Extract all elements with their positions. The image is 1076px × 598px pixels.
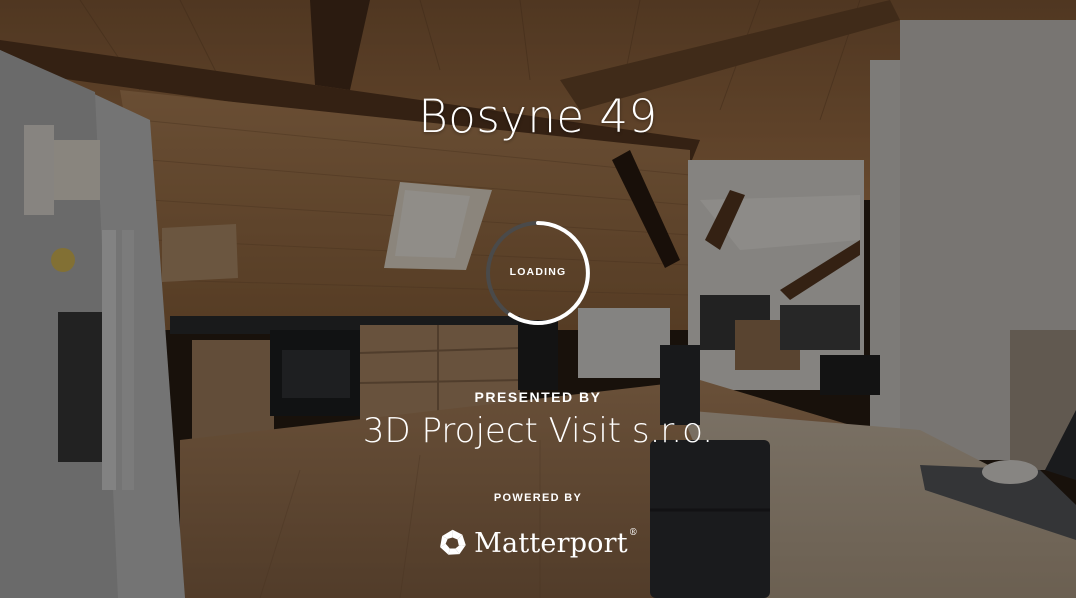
tour-loading-screen: Bosyne 49 LOADING PRESENTED BY 3D Projec… [0,0,1076,598]
presented-by-label: PRESENTED BY [474,389,602,405]
tour-title: Bosyne 49 [418,90,658,143]
matterport-logo-icon [440,529,466,555]
powered-by-label: POWERED BY [493,492,583,504]
matterport-brand: Matterport® [438,520,638,566]
loading-overlay: Bosyne 49 LOADING PRESENTED BY 3D Projec… [0,0,1076,598]
brand-name: Matterport® [474,527,638,559]
presenter-name: 3D Project Visit s.r.o. [362,411,714,451]
loading-label: LOADING [509,266,567,278]
